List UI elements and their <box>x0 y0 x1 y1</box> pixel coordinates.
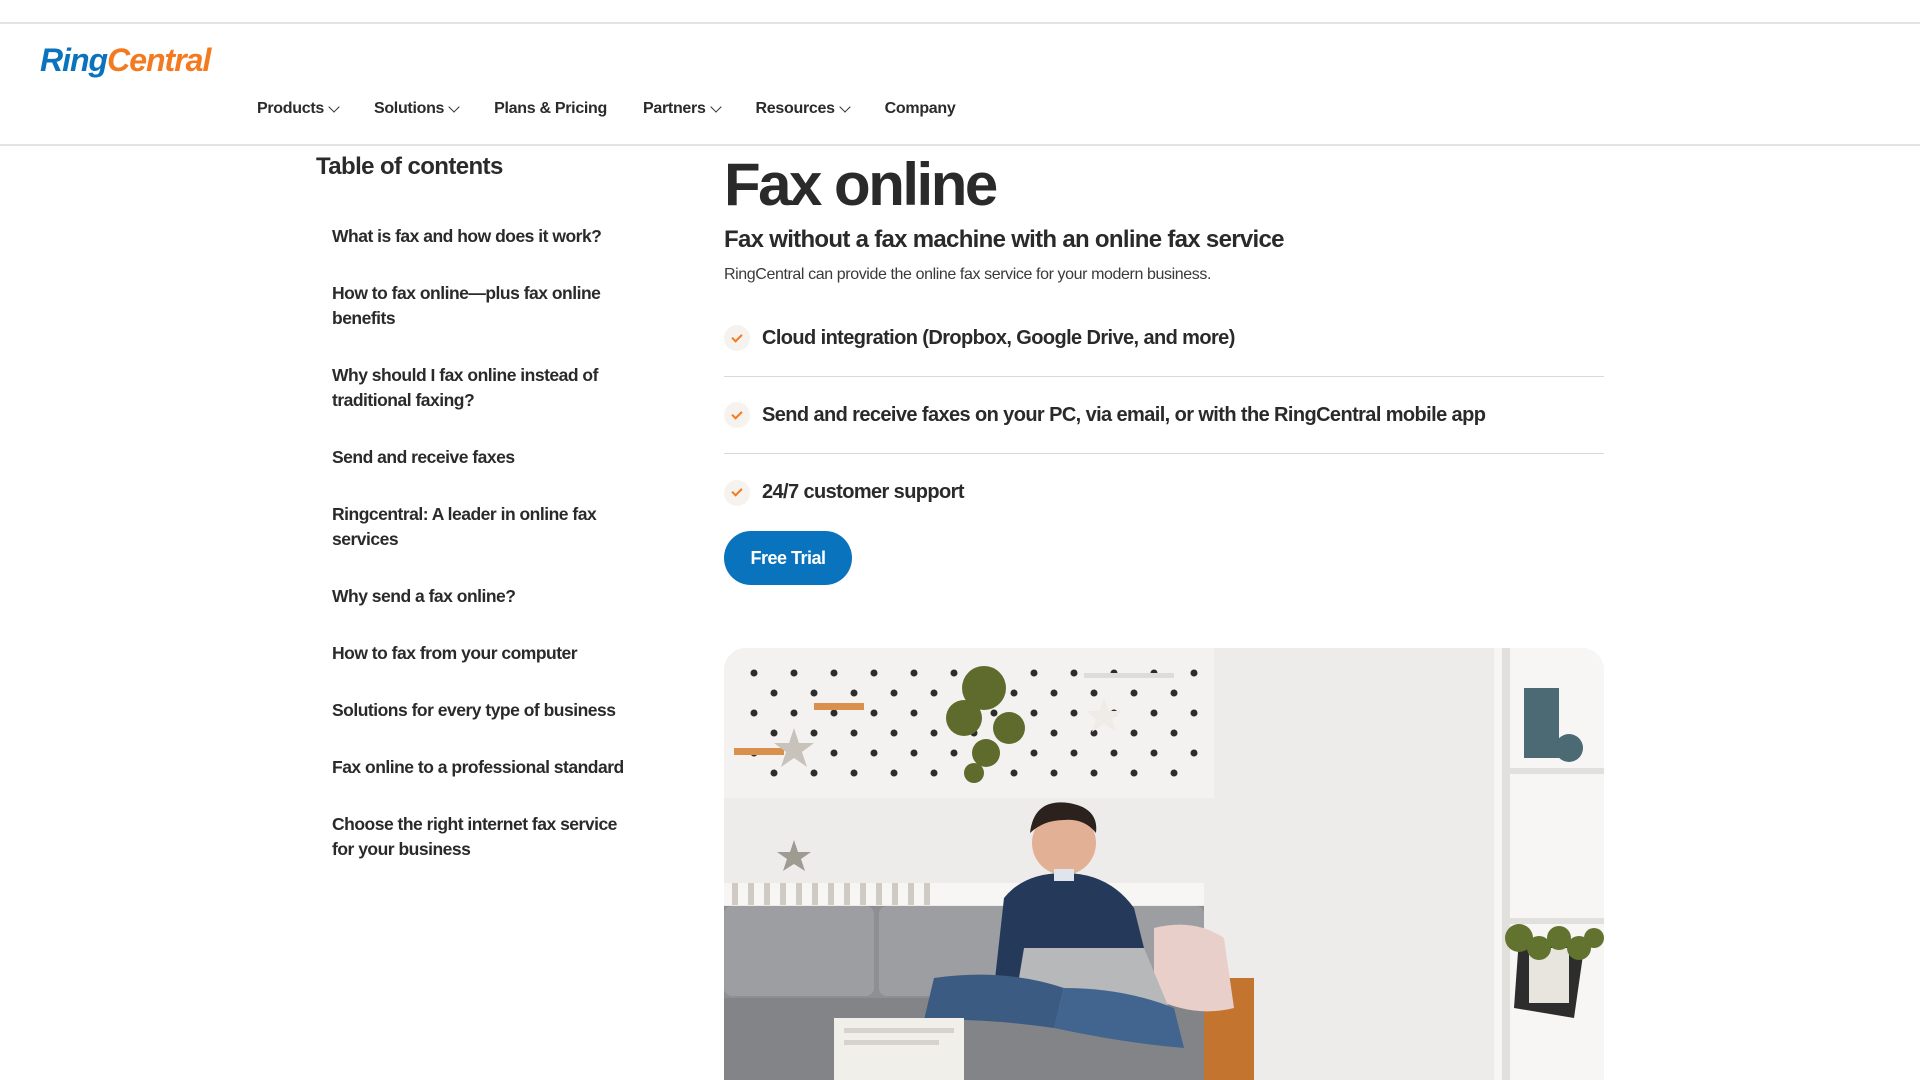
feature-item: Cloud integration (Dropbox, Google Drive… <box>724 300 1604 377</box>
toc-item[interactable]: Fax online to a professional standard <box>332 755 632 780</box>
feature-item: Send and receive faxes on your PC, via e… <box>724 377 1604 454</box>
toc-item[interactable]: Send and receive faxes <box>332 445 632 470</box>
nav-plans-pricing-label: Plans & Pricing <box>494 100 608 117</box>
toc-item[interactable]: Why should I fax online instead of tradi… <box>332 363 632 413</box>
free-trial-button[interactable]: Free Trial <box>724 531 852 585</box>
chevron-down-icon <box>448 100 460 113</box>
nav-products[interactable]: Products <box>257 100 340 118</box>
toc-list: What is fax and how does it work? How to… <box>332 224 632 894</box>
site-header: RingCentral Products Solutions Plans & P… <box>0 24 1920 146</box>
toc-item[interactable]: Ringcentral: A leader in online fax serv… <box>332 502 632 552</box>
page-subtitle: Fax without a fax machine with an online… <box>724 226 1284 253</box>
nav-solutions[interactable]: Solutions <box>373 100 460 118</box>
toc-item[interactable]: Choose the right internet fax service fo… <box>332 812 632 862</box>
chevron-down-icon <box>328 100 340 113</box>
feature-text: Cloud integration (Dropbox, Google Drive… <box>762 326 1235 349</box>
logo-ring-text: Ring <box>40 42 108 78</box>
toc-item[interactable]: Why send a fax online? <box>332 584 632 609</box>
main-content: Fax online Fax without a fax machine wit… <box>724 150 1604 531</box>
main-nav: Products Solutions Plans & Pricing Partn… <box>257 100 991 118</box>
feature-text: Send and receive faxes on your PC, via e… <box>762 403 1486 426</box>
feature-text: 24/7 customer support <box>762 481 965 503</box>
check-icon <box>724 325 750 351</box>
nav-partners[interactable]: Partners <box>643 100 722 118</box>
check-icon <box>724 479 750 506</box>
nav-resources-label: Resources <box>755 100 835 117</box>
feature-item: 24/7 customer support <box>724 454 1604 531</box>
nav-partners-label: Partners <box>643 100 706 117</box>
toc-item[interactable]: Solutions for every type of business <box>332 698 632 723</box>
nav-plans-pricing[interactable]: Plans & Pricing <box>494 100 607 118</box>
hero-image <box>724 648 1604 1080</box>
toc-item[interactable]: How to fax online—plus fax online benefi… <box>332 281 632 331</box>
nav-products-label: Products <box>257 100 324 117</box>
feature-list: Cloud integration (Dropbox, Google Drive… <box>724 300 1604 531</box>
nav-company-label: Company <box>884 100 956 117</box>
toc-title: Table of contents <box>316 153 503 180</box>
logo-central-text: Central <box>107 42 211 78</box>
check-icon <box>724 402 750 428</box>
intro-text: RingCentral can provide the online fax s… <box>724 266 1212 283</box>
nav-company[interactable]: Company <box>885 100 956 118</box>
ringcentral-logo[interactable]: RingCentral <box>40 42 211 79</box>
man-working-on-laptop-illustration <box>724 648 1604 1080</box>
page-title: Fax online <box>724 151 998 218</box>
chevron-down-icon <box>839 100 851 113</box>
nav-solutions-label: Solutions <box>373 100 445 117</box>
toc-item[interactable]: What is fax and how does it work? <box>332 224 632 249</box>
toc-item[interactable]: How to fax from your computer <box>332 641 632 666</box>
nav-resources[interactable]: Resources <box>755 100 851 118</box>
chevron-down-icon <box>709 100 722 113</box>
